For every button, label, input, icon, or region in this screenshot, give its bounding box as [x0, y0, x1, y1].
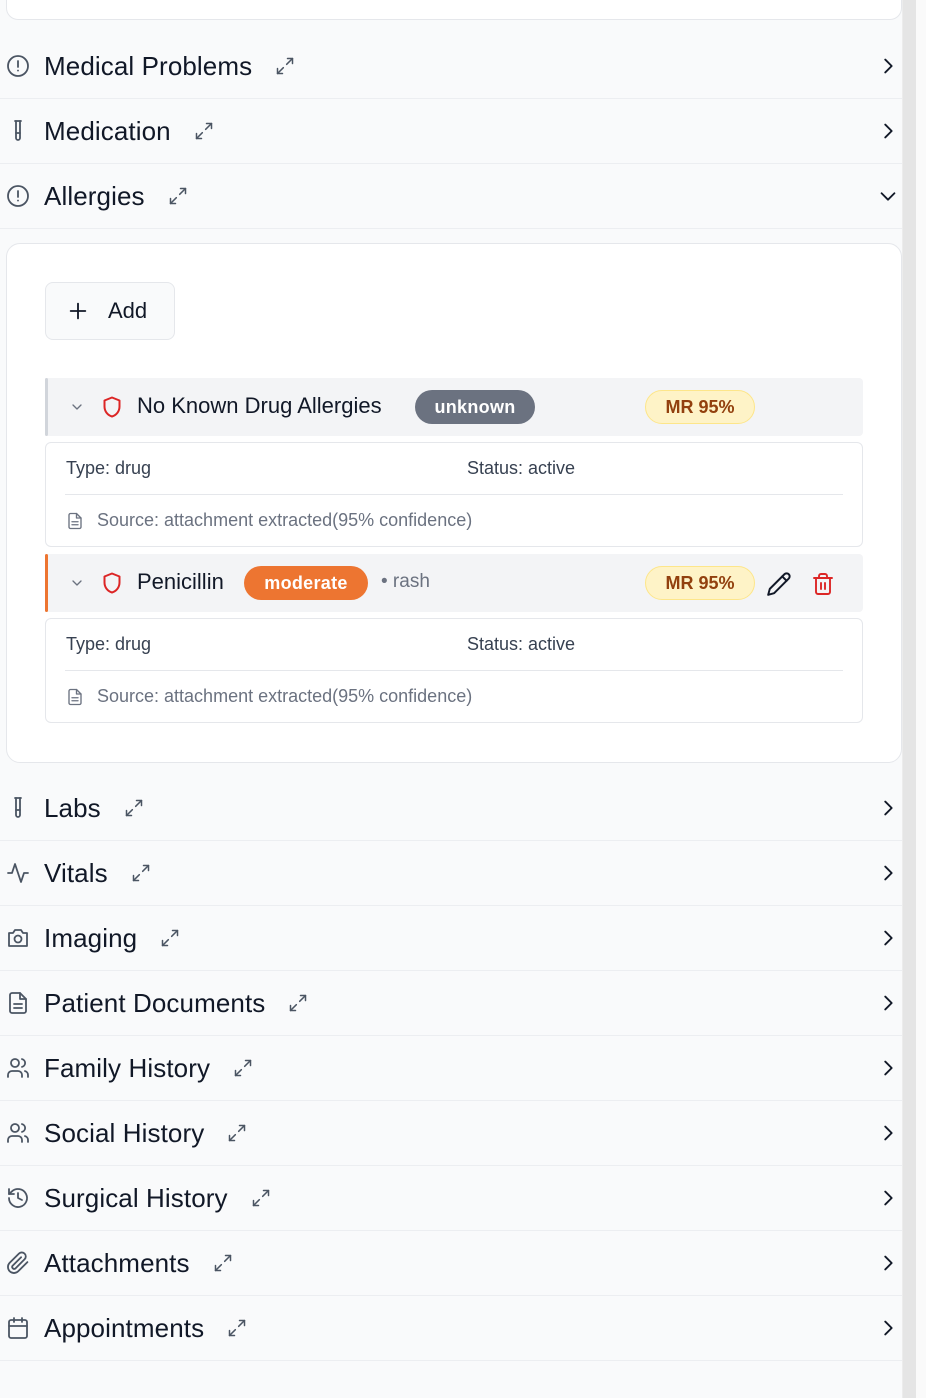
severity-badge: unknown [415, 390, 535, 424]
test-tube-icon [6, 796, 30, 820]
allergy-indicator-bar [45, 554, 48, 612]
pencil-icon[interactable] [765, 570, 793, 598]
chevron-right-icon[interactable] [876, 1316, 900, 1340]
chevron-down-icon[interactable] [876, 184, 900, 208]
section-title: Family History [44, 1052, 211, 1083]
users-icon [6, 1056, 30, 1080]
expand-icon[interactable] [193, 120, 215, 142]
history-icon [6, 1186, 30, 1210]
section-appointments[interactable]: Appointments [0, 1296, 902, 1361]
test-tube-icon [6, 119, 30, 143]
shield-icon [99, 570, 125, 596]
section-title: Surgical History [44, 1182, 228, 1213]
trash-icon[interactable] [809, 570, 837, 598]
allergy-type: Type: drug [66, 458, 152, 478]
chevron-right-icon[interactable] [876, 926, 900, 950]
allergy-source: Source: attachment extracted(95% confide… [97, 686, 473, 706]
expand-icon[interactable] [232, 1057, 254, 1079]
file-text-icon [66, 687, 84, 707]
allergy-reaction: • rash [381, 571, 430, 592]
expand-icon[interactable] [167, 185, 189, 207]
allergy-item-header[interactable]: No Known Drug Allergies unknown MR 95% [45, 378, 863, 436]
expand-icon[interactable] [287, 992, 309, 1014]
allergy-detail-card: Type: drug Status: active Source: attach… [45, 618, 863, 723]
section-attachments[interactable]: Attachments [0, 1231, 902, 1296]
alert-circle-icon [6, 184, 30, 208]
activity-icon [6, 861, 30, 885]
allergies-panel: Add No Known Drug Allergies unknown MR 9… [6, 243, 902, 763]
section-social-history[interactable]: Social History [0, 1101, 902, 1166]
section-medication[interactable]: Medication [0, 99, 902, 164]
scrollbar-thumb[interactable] [903, 0, 916, 1398]
expand-icon[interactable] [274, 55, 296, 77]
allergy-status: Status: active [467, 458, 576, 478]
divider [65, 670, 843, 671]
plus-icon [66, 299, 90, 323]
add-button-label: Add [108, 298, 148, 323]
expand-icon[interactable] [130, 862, 152, 884]
expand-icon[interactable] [226, 1122, 248, 1144]
mr-confidence-badge: MR 95% [645, 566, 755, 600]
chevron-right-icon[interactable] [876, 1121, 900, 1145]
chevron-right-icon[interactable] [876, 991, 900, 1015]
chevron-down-icon[interactable] [67, 395, 87, 419]
divider [65, 494, 843, 495]
add-allergy-button[interactable]: Add [45, 282, 175, 340]
alert-circle-icon [6, 54, 30, 78]
allergy-name: Penicillin [137, 569, 224, 594]
section-family-history[interactable]: Family History [0, 1036, 902, 1101]
previous-section-card [6, 0, 902, 20]
chevron-right-icon[interactable] [876, 119, 900, 143]
expand-icon[interactable] [226, 1317, 248, 1339]
expand-icon[interactable] [212, 1252, 234, 1274]
file-text-icon [66, 511, 84, 531]
chevron-right-icon[interactable] [876, 1186, 900, 1210]
section-title: Appointments [44, 1312, 205, 1343]
section-allergies[interactable]: Allergies [0, 164, 902, 229]
allergy-name: No Known Drug Allergies [137, 393, 382, 418]
section-title: Vitals [44, 857, 108, 888]
allergy-detail-card: Type: drug Status: active Source: attach… [45, 442, 863, 547]
expand-icon[interactable] [250, 1187, 272, 1209]
chevron-right-icon[interactable] [876, 1056, 900, 1080]
allergy-type: Type: drug [66, 634, 152, 654]
section-title: Labs [44, 792, 101, 823]
section-title: Medication [44, 115, 171, 146]
section-title: Attachments [44, 1247, 190, 1278]
allergy-status: Status: active [467, 634, 576, 654]
severity-badge: moderate [244, 566, 368, 600]
section-surgical-history[interactable]: Surgical History [0, 1166, 902, 1231]
section-title: Imaging [44, 922, 138, 953]
users-icon [6, 1121, 30, 1145]
calendar-icon [6, 1316, 30, 1340]
section-title: Patient Documents [44, 987, 266, 1018]
chevron-right-icon[interactable] [876, 861, 900, 885]
chevron-right-icon[interactable] [876, 54, 900, 78]
chevron-right-icon[interactable] [876, 796, 900, 820]
section-title: Social History [44, 1117, 205, 1148]
allergy-indicator-bar [45, 378, 48, 436]
shield-icon [99, 394, 125, 420]
allergy-source: Source: attachment extracted(95% confide… [97, 510, 473, 530]
section-vitals[interactable]: Vitals [0, 841, 902, 906]
chevron-right-icon[interactable] [876, 1251, 900, 1275]
section-labs[interactable]: Labs [0, 776, 902, 841]
file-text-icon [6, 991, 30, 1015]
section-imaging[interactable]: Imaging [0, 906, 902, 971]
section-title: Medical Problems [44, 50, 253, 81]
allergy-item-header[interactable]: Penicillin moderate • rash MR 95% [45, 554, 863, 612]
section-medical-problems[interactable]: Medical Problems [0, 34, 902, 99]
mr-confidence-badge: MR 95% [645, 390, 755, 424]
chevron-down-icon[interactable] [67, 571, 87, 595]
expand-icon[interactable] [159, 927, 181, 949]
paperclip-icon [6, 1251, 30, 1275]
expand-icon[interactable] [123, 797, 145, 819]
section-title: Allergies [44, 180, 145, 211]
section-patient-documents[interactable]: Patient Documents [0, 971, 902, 1036]
camera-icon [6, 926, 30, 950]
